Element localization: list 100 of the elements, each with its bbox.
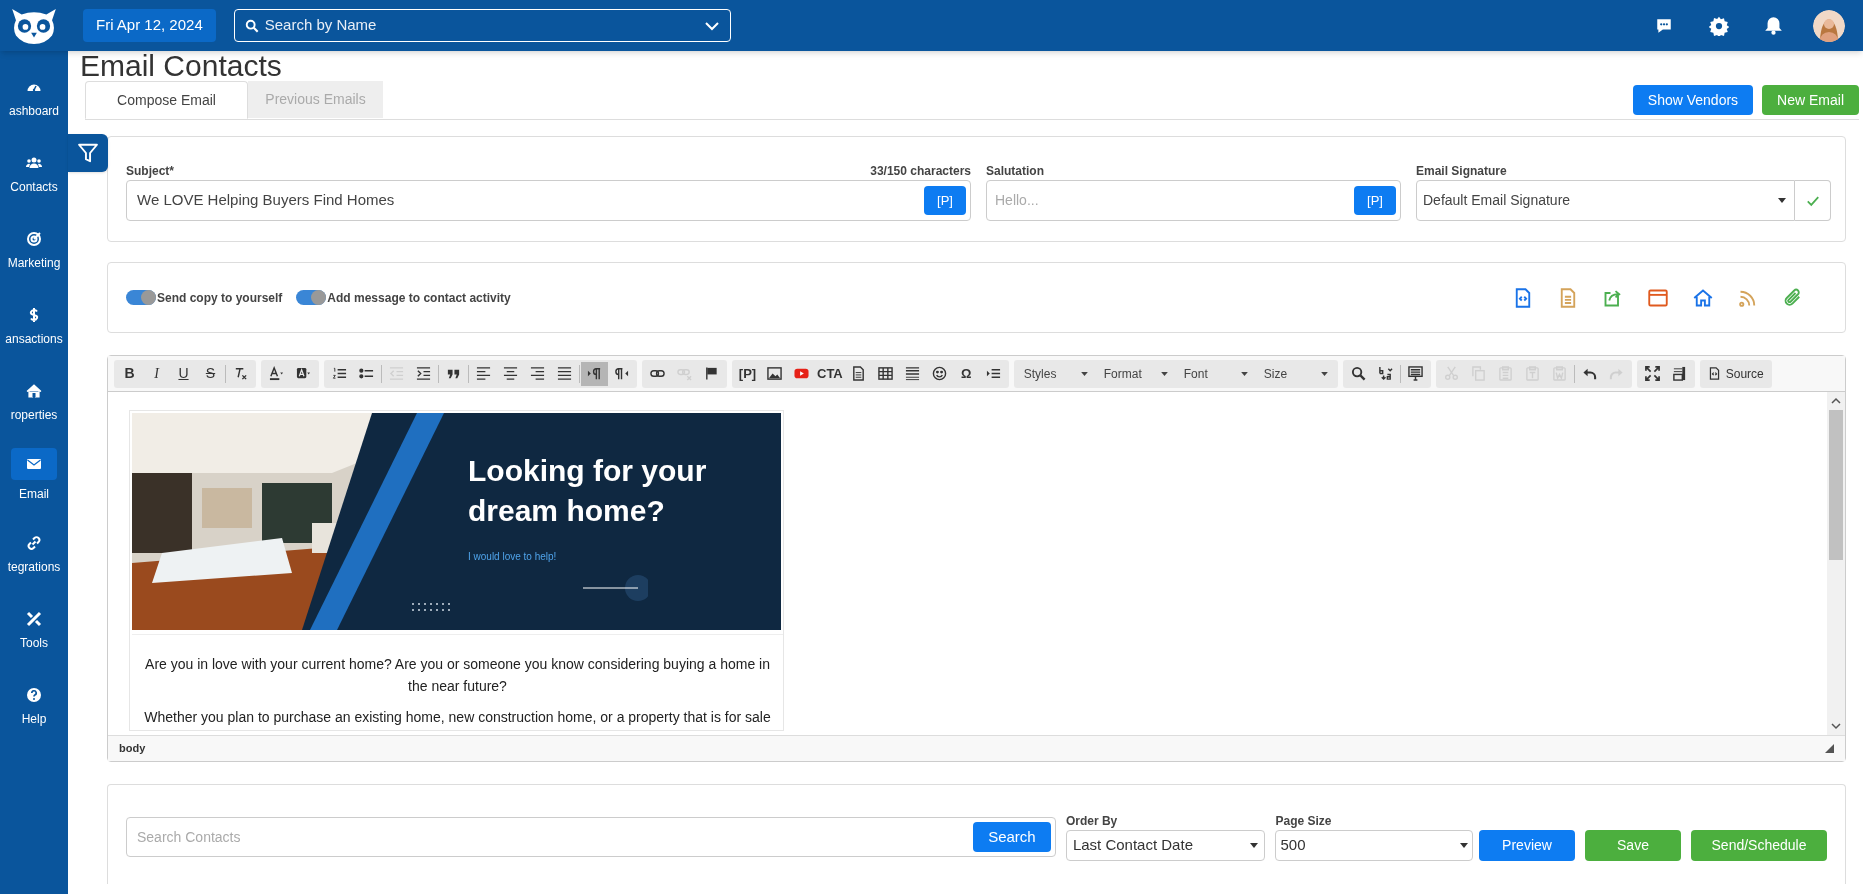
signature-label: Email Signature (1416, 164, 1508, 179)
align-left-icon (476, 366, 491, 381)
target-icon (26, 230, 42, 247)
notification-bell-icon[interactable] (1764, 16, 1783, 35)
chat-icon[interactable] (1655, 16, 1673, 35)
page-title: Email Contacts (80, 51, 283, 81)
underline-button[interactable]: U (170, 361, 197, 386)
element-path[interactable]: body (119, 740, 146, 757)
scroll-up-icon[interactable] (1831, 396, 1841, 406)
paste-text-icon (1524, 366, 1540, 381)
table-icon (877, 366, 893, 381)
left-to-right-button[interactable] (581, 361, 608, 386)
strikethrough-button[interactable]: S (197, 361, 224, 386)
salutation-field[interactable]: Hello... [P] (986, 180, 1401, 221)
copy-icon (1470, 366, 1486, 381)
user-avatar[interactable] (1813, 9, 1845, 42)
sidebar-item[interactable]: ansactions (0, 287, 68, 363)
caret-icon (1460, 843, 1468, 848)
toolbar-button[interactable]: CTA (815, 361, 845, 386)
italic-button[interactable]: I (143, 361, 170, 386)
document-icon (850, 366, 866, 381)
paste-document-icon (1551, 366, 1567, 381)
caret-icon (1080, 371, 1088, 376)
toolbar-button[interactable]: [P] (734, 361, 761, 386)
sidebar-item[interactable]: Contacts (0, 135, 68, 211)
sidebar-item[interactable]: Marketing (0, 211, 68, 287)
unlink-icon (677, 366, 692, 381)
banner-subheading: I would love to help! (468, 550, 558, 564)
caret-icon (1250, 843, 1259, 848)
toggle-label: Add message to contact activity (327, 289, 511, 307)
sidebar-item[interactable]: Help (0, 667, 68, 743)
align-center-icon (503, 366, 518, 381)
image-icon (767, 366, 782, 381)
order-by-select[interactable]: Last Contact Date (1065, 830, 1266, 861)
left-to-right-icon (587, 366, 602, 381)
numbered-list-icon (332, 366, 347, 381)
sidebar-item[interactable]: ashboard (0, 59, 68, 135)
scrollbar[interactable] (1827, 392, 1845, 735)
justify-icon (557, 366, 572, 381)
filter-tab[interactable] (68, 134, 108, 172)
contacts-search-field[interactable]: Search Contacts Search (126, 817, 1056, 857)
banner-heading: Looking for your dream home? (468, 453, 708, 529)
filter-icon (77, 142, 99, 164)
page-size-select[interactable]: 500 (1275, 830, 1473, 861)
search-field[interactable]: Search by Name (233, 9, 731, 42)
placeholder-insert-button[interactable]: [P] (924, 186, 966, 215)
date-button[interactable]: Fri Apr 12, 2024 (83, 9, 216, 42)
email-paragraph: Whether you plan to purchase an existing home, new construction home, or a property that is for sale (143, 708, 772, 727)
browser-window-icon[interactable] (1648, 287, 1668, 308)
toggle-switch[interactable] (296, 290, 327, 305)
paste-icon (1497, 366, 1513, 381)
character-count: 33/150 characters (870, 164, 971, 179)
maximize-icon (1644, 366, 1660, 381)
order-by-label: Order By (1065, 813, 1119, 830)
placeholder-insert-button[interactable]: [P] (1354, 186, 1396, 215)
search-button[interactable]: Search (972, 822, 1051, 852)
toolbar-button[interactable]: Ω (952, 361, 980, 386)
text-color-icon (269, 366, 284, 381)
code-file-icon[interactable] (1513, 287, 1533, 308)
caret-icon (1160, 371, 1168, 376)
sidebar-item[interactable]: Email (0, 439, 68, 515)
source-button[interactable]: Source (1701, 361, 1770, 386)
subject-label: Subject* (126, 164, 174, 179)
action-button[interactable]: Preview (1479, 830, 1575, 861)
help-icon (26, 686, 42, 703)
bulleted-list-icon (359, 366, 374, 381)
bold-button[interactable]: B (116, 361, 143, 386)
undo-icon (1581, 366, 1597, 381)
settings-icon[interactable] (1709, 15, 1729, 36)
tab[interactable]: Compose Email (85, 81, 248, 119)
action-button[interactable]: Show Vendors (1632, 85, 1754, 115)
outdent-icon (389, 366, 404, 381)
template-icon (1407, 366, 1423, 381)
page-size-label: Page Size (1275, 813, 1333, 830)
search-icon (1350, 366, 1366, 381)
salutation-label: Salutation (986, 164, 1045, 179)
remove-format-icon (233, 366, 248, 381)
toggle-switch[interactable] (126, 290, 156, 305)
email-paragraph: Are you in love with your current home? Are you or someone you know considering buying a home in the near future? (144, 655, 771, 696)
sidebar-item[interactable]: Tools (0, 591, 68, 667)
smiley-icon (931, 366, 947, 381)
flag-icon (704, 366, 719, 381)
paperclip-icon[interactable] (1783, 287, 1803, 308)
insert-list-icon (985, 366, 1001, 381)
search-icon (244, 18, 259, 33)
subject-field[interactable]: We LOVE Helping Buyers Find Homes [P] (126, 180, 971, 221)
sidebar-item[interactable]: roperties (0, 363, 68, 439)
redo-icon (1608, 366, 1624, 381)
owl-logo-icon[interactable] (10, 6, 58, 45)
sidebar-item[interactable]: tegrations (0, 515, 68, 591)
house-icon[interactable] (1693, 287, 1713, 308)
signature-select[interactable]: Default Email Signature (1416, 180, 1795, 221)
scroll-down-icon[interactable] (1831, 721, 1841, 731)
indent-icon (416, 366, 431, 381)
tools-icon (26, 610, 42, 627)
house-icon (26, 382, 42, 399)
find-replace-icon (1377, 366, 1393, 381)
resize-handle-icon[interactable] (1825, 744, 1834, 753)
background-color-icon (296, 366, 311, 381)
show-blocks-icon (1671, 366, 1687, 381)
